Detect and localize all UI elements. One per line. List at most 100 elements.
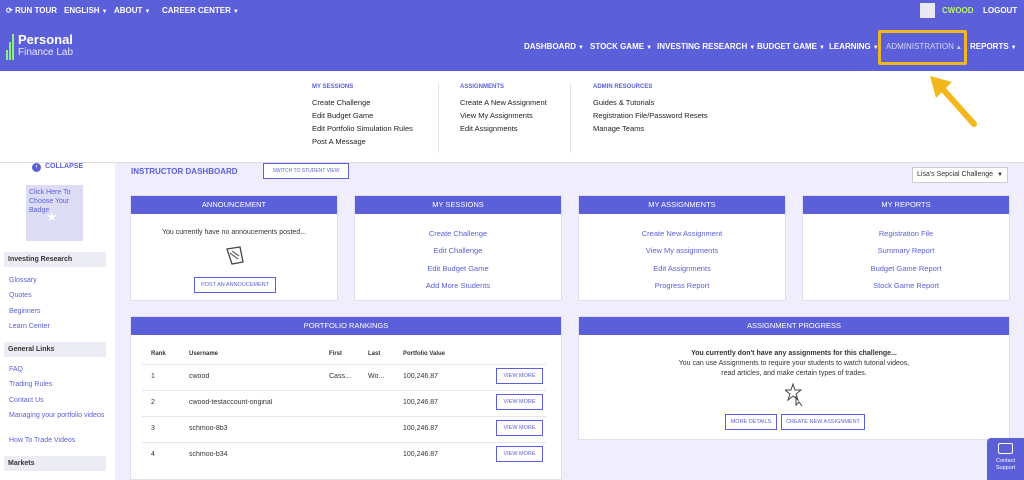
contact-support-button[interactable]: Contact Support <box>987 438 1024 480</box>
sidebar-link-contact-us[interactable]: Contact Us <box>9 396 107 405</box>
sidebar-link-portfolio-videos[interactable]: Managing your portfolio videos <box>9 411 107 420</box>
cell-rank: 2 <box>151 399 155 406</box>
pointer-arrow-icon <box>930 76 977 127</box>
sidebar-link-quotes[interactable]: Quotes <box>9 291 107 300</box>
menu-item-create-challenge[interactable]: Create Challenge <box>312 98 413 111</box>
cell-portfolio-value: 100,246.87 <box>403 425 439 432</box>
view-more-button[interactable]: VIEW MORE <box>496 420 543 436</box>
assignment-progress-card: ASSIGNMENT PROGRESS You currently don't … <box>578 316 1010 440</box>
nav-budget-game[interactable]: BUDGET GAME ▼ <box>757 42 825 51</box>
menu-item-create-assignment[interactable]: Create A New Assignment <box>460 98 547 111</box>
sidebar-heading-investing: Investing Research <box>4 252 106 267</box>
menu-item-edit-budget-game[interactable]: Edit Budget Game <box>312 111 413 124</box>
my-assignments-title: MY ASSIGNMENTS <box>579 196 785 214</box>
view-more-button[interactable]: VIEW MORE <box>496 368 543 384</box>
run-tour-link[interactable]: ⟳ RUN TOUR <box>6 6 57 15</box>
my-sessions-card: MY SESSIONS Create Challenge Edit Challe… <box>354 195 562 301</box>
table-row: 3 schmoo-8b3 100,246.87 VIEW MORE <box>142 416 546 442</box>
nav-reports-label: REPORTS <box>970 42 1009 51</box>
assignment-progress-body-line2: read articles, and make certain types of… <box>721 370 867 377</box>
my-reports-title: MY REPORTS <box>803 196 1009 214</box>
career-center-menu[interactable]: CAREER CENTER ▼ <box>162 6 239 15</box>
challenge-select-value: Lisa's Sepcial Challenge <box>917 171 994 178</box>
dropdown-sessions-heading: MY SESSIONS <box>312 84 354 90</box>
logo-text-line2: Finance Lab <box>18 47 74 58</box>
nav-stock-game[interactable]: STOCK GAME ▼ <box>590 42 652 51</box>
sidebar-link-learn-center[interactable]: Learn Center <box>9 322 107 331</box>
link-add-more-students[interactable]: Add More Students <box>355 281 561 290</box>
choose-badge-button[interactable]: Click Here To Choose Your Badge ★ <box>26 185 83 241</box>
more-details-button[interactable]: MORE DETAILS <box>725 414 777 430</box>
column-header-first: First <box>329 351 343 357</box>
link-edit-assignments[interactable]: Edit Assignments <box>579 264 785 273</box>
menu-item-view-assignments[interactable]: View My Assignments <box>460 111 547 124</box>
run-tour-label: RUN TOUR <box>14 6 58 15</box>
link-view-my-assignments[interactable]: View My assignments <box>579 246 785 255</box>
dropdown-admin-heading: ADMIN RESOURCES <box>593 84 653 90</box>
logo-text-line1: Personal <box>18 32 73 47</box>
contact-support-label-line1: Contact <box>996 458 1015 464</box>
nav-investing-research[interactable]: INVESTING RESEARCH ▼ <box>657 42 755 51</box>
sidebar-link-trading-rules[interactable]: Trading Rules <box>9 380 107 389</box>
cell-username: schmoo-b34 <box>189 451 228 458</box>
nav-stock-game-label: STOCK GAME <box>590 42 645 51</box>
link-edit-challenge[interactable]: Edit Challenge <box>355 246 561 255</box>
cell-portfolio-value: 100,246.87 <box>403 399 439 406</box>
link-summary-report[interactable]: Summary Report <box>803 246 1009 255</box>
collapse-label: COLLAPSE <box>45 163 84 170</box>
language-label: ENGLISH <box>64 6 100 15</box>
column-header-rank: Rank <box>151 351 166 357</box>
menu-item-edit-assignments[interactable]: Edit Assignments <box>460 124 547 137</box>
menu-item-guides-tutorials[interactable]: Guides & Tutorials <box>593 98 708 111</box>
nav-reports[interactable]: REPORTS ▼ <box>970 42 1017 51</box>
avatar[interactable] <box>920 3 935 18</box>
view-more-button[interactable]: VIEW MORE <box>496 446 543 462</box>
menu-item-post-message[interactable]: Post A Message <box>312 137 413 150</box>
nav-learning[interactable]: LEARNING ▼ <box>829 42 879 51</box>
tour-icon: ⟳ <box>6 6 13 15</box>
switch-to-student-view-button[interactable]: SWITCH TO STUDENT VIEW <box>263 163 349 179</box>
table-row: 1 cwood Cass... Wo... 100,246.87 VIEW MO… <box>142 364 546 390</box>
chevron-down-icon: ▼ <box>578 45 584 51</box>
nav-dashboard[interactable]: DASHBOARD ▼ <box>524 42 584 51</box>
link-budget-game-report[interactable]: Budget Game Report <box>803 264 1009 273</box>
table-row: 4 schmoo-b34 100,246.87 VIEW MORE <box>142 442 546 468</box>
column-header-portfolio-value: Portfolio Value <box>403 351 446 357</box>
username-link[interactable]: CWOOD <box>942 6 974 15</box>
view-more-button[interactable]: VIEW MORE <box>496 394 543 410</box>
cell-username: schmoo-8b3 <box>189 425 228 432</box>
menu-item-edit-portfolio-rules[interactable]: Edit Portfolio Simulation Rules <box>312 124 413 137</box>
link-stock-game-report[interactable]: Stock Game Report <box>803 281 1009 290</box>
chevron-down-icon: ▼ <box>232 9 239 15</box>
sidebar-link-trade-videos[interactable]: How To Trade Videos <box>9 436 107 445</box>
sidebar-link-faq[interactable]: FAQ <box>9 365 107 374</box>
divider <box>438 83 439 153</box>
megaphone-icon <box>226 246 244 265</box>
sidebar-heading-general: General Links <box>4 342 106 357</box>
nav-budget-game-label: BUDGET GAME <box>757 42 817 51</box>
chevron-down-icon: ▼ <box>997 172 1003 178</box>
dropdown-admin-column: ADMIN RESOURCES Guides & Tutorials Regis… <box>593 84 708 137</box>
about-menu[interactable]: ABOUT ▼ <box>114 6 150 15</box>
create-new-assignment-button[interactable]: CREATE NEW ASSIGNMENT <box>781 414 865 430</box>
link-create-challenge[interactable]: Create Challenge <box>355 229 561 238</box>
my-assignments-card: MY ASSIGNMENTS Create New Assignment Vie… <box>578 195 786 301</box>
logo[interactable]: Personal Finance Lab <box>6 32 101 62</box>
language-menu[interactable]: ENGLISH ▼ <box>64 6 108 15</box>
collapse-button[interactable]: ‹ COLLAPSE <box>32 163 83 172</box>
sidebar-link-beginners[interactable]: Beginners <box>9 307 107 316</box>
menu-item-registration-file[interactable]: Registration File/Password Resets <box>593 111 708 124</box>
menu-item-manage-teams[interactable]: Manage Teams <box>593 124 708 137</box>
chevron-down-icon: ▼ <box>101 9 108 15</box>
sidebar-link-glossary[interactable]: Glossary <box>9 276 107 285</box>
link-progress-report[interactable]: Progress Report <box>579 281 785 290</box>
link-create-new-assignment[interactable]: Create New Assignment <box>579 229 785 238</box>
column-header-username: Username <box>189 351 219 357</box>
post-announcement-button[interactable]: POST AN ANNOUCEMENT <box>194 277 276 293</box>
cell-portfolio-value: 100,246.87 <box>403 373 439 380</box>
link-edit-budget-game[interactable]: Edit Budget Game <box>355 264 561 273</box>
challenge-select[interactable]: Lisa's Sepcial Challenge ▼ <box>912 167 1008 183</box>
link-registration-file[interactable]: Registration File <box>803 229 1009 238</box>
administration-dropdown: MY SESSIONS Create Challenge Edit Budget… <box>0 71 1024 163</box>
logout-link[interactable]: LOGOUT <box>983 6 1017 15</box>
